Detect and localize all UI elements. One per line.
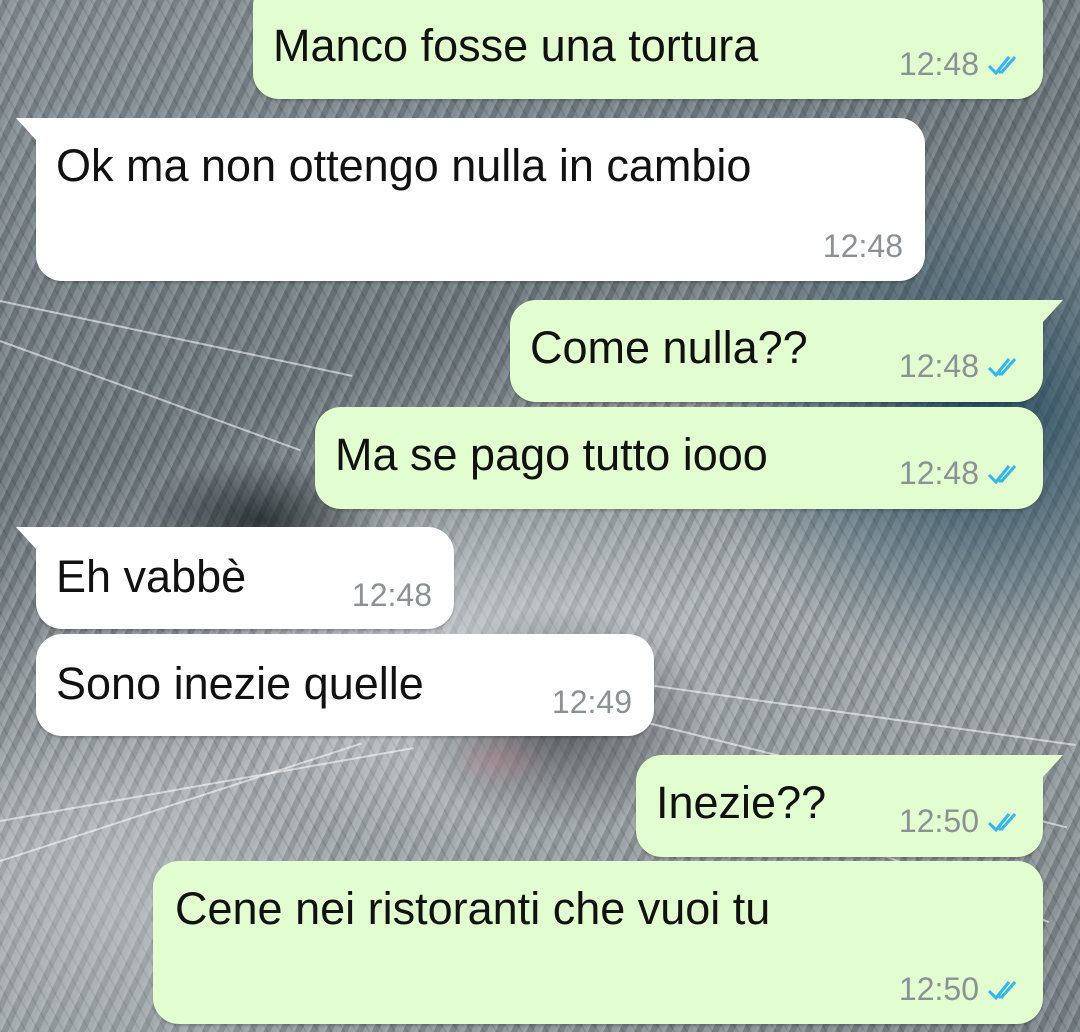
message-time: 12:50: [898, 971, 979, 1007]
message-meta: 12:49: [552, 684, 632, 721]
message-meta: 12:50: [899, 971, 1025, 1008]
message-text: Eh vabbè: [56, 551, 247, 602]
message-bubble-outgoing[interactable]: Manco fosse una tortura 12:48: [253, 0, 1043, 99]
double-check-icon: [987, 464, 1017, 484]
message-meta: 12:48: [352, 577, 432, 614]
message-bubble-outgoing[interactable]: Inezie?? 12:50: [636, 755, 1063, 857]
double-check-icon: [987, 980, 1017, 1000]
message-meta: 12:50: [899, 803, 1025, 840]
message-bubble-incoming[interactable]: Sono inezie quelle 12:49: [36, 634, 654, 736]
message-meta: 12:48: [899, 348, 1025, 385]
message-bubble-outgoing[interactable]: Ma se pago tutto iooo 12:48: [315, 407, 1043, 509]
message-bubble-incoming[interactable]: Ok ma non ottengo nulla in cambio 12:48: [16, 118, 925, 281]
message-text: Cene nei ristoranti che vuoi tu: [175, 883, 771, 934]
message-time: 12:48: [898, 348, 979, 384]
message-text: Ma se pago tutto iooo: [335, 429, 768, 480]
message-time: 12:48: [351, 577, 432, 613]
double-check-icon: [987, 357, 1017, 377]
message-meta: 12:48: [823, 228, 903, 265]
message-time: 12:50: [898, 803, 979, 839]
message-text: Manco fosse una tortura: [273, 20, 759, 71]
message-text: Ok ma non ottengo nulla in cambio: [56, 140, 752, 191]
message-time: 12:48: [898, 455, 979, 491]
double-check-icon: [987, 812, 1017, 832]
message-meta: 12:48: [899, 46, 1025, 83]
message-bubble-outgoing[interactable]: Cene nei ristoranti che vuoi tu 12:50: [153, 861, 1043, 1024]
message-text: Inezie??: [656, 777, 827, 828]
message-meta: 12:48: [899, 455, 1025, 492]
double-check-icon: [987, 55, 1017, 75]
message-time: 12:48: [898, 46, 979, 82]
message-time: 12:49: [551, 684, 632, 720]
message-text: Come nulla??: [530, 322, 808, 373]
message-text: Sono inezie quelle: [56, 658, 424, 709]
message-bubble-incoming[interactable]: Eh vabbè 12:48: [16, 527, 454, 629]
message-time: 12:48: [822, 228, 903, 264]
message-bubble-outgoing[interactable]: Come nulla?? 12:48: [510, 300, 1063, 402]
